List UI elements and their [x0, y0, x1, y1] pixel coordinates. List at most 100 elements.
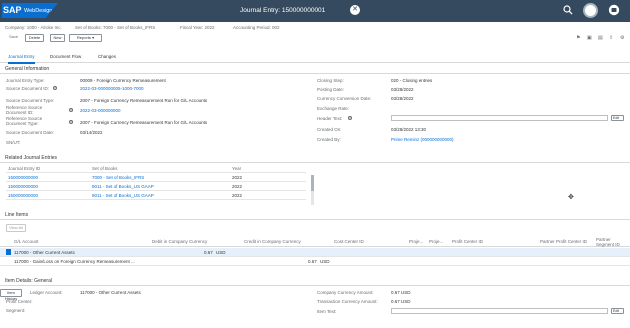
year-cell: 2022	[232, 193, 243, 198]
header-text-label: Header Text:	[317, 116, 343, 121]
table-row[interactable]: 117000 - Gain/Loss on Foreign Currency R…	[0, 257, 630, 266]
table-row[interactable]: 117000 - Other Current Assets 0.67 USD	[0, 248, 630, 257]
company-currency-amount-value: 0.67 USD	[391, 290, 411, 295]
closing-step-value: 020 - Closing entries	[391, 78, 433, 83]
source-doc-type-value: 2007 - Foreign Currency Remeasurement Ru…	[80, 98, 208, 103]
item-text-edit-button[interactable]: Edit	[611, 308, 624, 314]
currency-conversion-date-value: 03/28/2022	[391, 96, 414, 101]
help-icon[interactable]: ?	[348, 116, 352, 120]
row-selector[interactable]	[6, 249, 11, 255]
chevron-down-icon: ▾	[92, 35, 95, 40]
close-icon[interactable]: ✕	[350, 5, 360, 15]
share-icon[interactable]: ⇪	[609, 35, 613, 41]
settings-icon[interactable]: ⚙	[620, 35, 624, 41]
section-item-details-title: Item Details: General	[5, 278, 52, 284]
column-header: Proje...	[429, 239, 444, 244]
journal-entry-link[interactable]: 150000000000	[8, 175, 38, 180]
journal-entry-link[interactable]: 150000000000	[8, 184, 38, 189]
posting-date-value: 03/28/2022	[391, 87, 414, 92]
flag-icon[interactable]: ⚑	[576, 35, 580, 41]
created-by-link[interactable]: Prime Reminz (000000000000)	[391, 137, 454, 142]
item-text-input[interactable]	[391, 308, 608, 314]
divider	[0, 162, 630, 163]
created-by-label: Created By:	[317, 137, 341, 142]
column-header: Year	[232, 166, 242, 171]
created-on-value: 03/28/2022 13:30	[391, 127, 427, 132]
set-of-books-link[interactable]: 9011 - Set of Books_US GAAP	[92, 184, 154, 189]
snut-label: SN/UT:	[6, 140, 21, 145]
set-of-books-link[interactable]: 7000 - Set of Books_IFRS	[92, 175, 144, 180]
created-on-label: Created On:	[317, 127, 342, 132]
item-history-button[interactable]: Item History	[0, 289, 22, 301]
column-header: Credit in Company Currency	[244, 239, 301, 244]
ledger-account-label: Ledger Account:	[30, 290, 63, 295]
help-icon[interactable]: ?	[69, 120, 73, 124]
transaction-currency-amount-value: 0.67 USD	[391, 299, 411, 304]
page-title: Journal Entry: 150000000001	[240, 7, 326, 14]
column-header: Partner Segment ID	[596, 237, 620, 247]
year-cell: 2022	[232, 175, 243, 180]
credit-value: 0.67	[308, 259, 317, 264]
avatar[interactable]	[583, 3, 598, 18]
company-currency-amount-label: Company Currency Amount:	[317, 290, 374, 295]
section-general-title: General Information	[5, 66, 50, 72]
year-cell: 2022	[232, 184, 243, 189]
source-doc-id-link[interactable]: 2022-03-000000005-1000-7000	[80, 86, 144, 91]
closing-step-label: Closing Step:	[317, 78, 344, 83]
item-text-label: Item Text:	[317, 309, 337, 314]
section-related-title: Related Journal Entries	[5, 155, 57, 161]
ref-source-doc-type-value: 2007 - Foreign Currency Remeasurement Ru…	[80, 120, 208, 125]
view-all-button[interactable]: View All	[6, 224, 26, 232]
column-header: Profit Center ID	[452, 239, 484, 244]
source-doc-date-label: Source Document Date:	[6, 130, 55, 135]
divider	[0, 73, 630, 74]
section-line-items-title: Line Items	[5, 212, 29, 218]
search-icon[interactable]	[563, 5, 573, 15]
print-icon[interactable]: ▣	[587, 35, 592, 41]
new-button[interactable]: New	[50, 34, 65, 42]
tab-document-flow[interactable]: Document Flow	[50, 54, 81, 59]
column-header: Debit in Company Currency	[152, 239, 208, 244]
set-of-books-label: Set of Books: 7000 - Set of Books_IFRS	[75, 25, 156, 30]
tab-bar: Journal Entry Document Flow Changes	[0, 52, 630, 64]
ledger-account-value: 117000 - Other Current Assets	[80, 290, 141, 295]
debit-value: 0.67	[204, 250, 213, 255]
set-of-books-link[interactable]: 9011 - Set of Books_US GAAP	[92, 193, 154, 198]
column-header: Partner Profit Center ID	[540, 239, 588, 244]
company-label: Company: 1000 - Alroke Inc.	[5, 25, 62, 30]
help-icon[interactable]: ?	[53, 86, 57, 90]
scrollbar[interactable]	[311, 175, 314, 205]
ref-source-doc-type-label: Reference Source Document Type:	[6, 116, 43, 126]
table-row[interactable]: 150000000000 9011 - Set of Books_US GAAP…	[6, 183, 306, 191]
reports-button[interactable]: Reports ▾	[69, 34, 102, 42]
save-button[interactable]: Save	[5, 34, 22, 42]
debit-currency: USD	[216, 250, 226, 255]
delete-button[interactable]: Delete	[25, 34, 44, 42]
mouse-cursor-icon: ✥	[568, 194, 574, 201]
sap-logo[interactable]: SAP WebDesign	[2, 3, 58, 18]
profit-center-label: Profit Center:	[6, 299, 33, 304]
column-header: Cost Center ID	[334, 239, 364, 244]
tab-changes[interactable]: Changes	[98, 54, 116, 59]
credit-currency: USD	[320, 259, 330, 264]
column-header: Set of Books	[92, 166, 118, 171]
link-icon[interactable]: ▤	[598, 35, 603, 41]
table-row[interactable]: 150000000000 7000 - Set of Books_IFRS 20…	[6, 174, 306, 182]
journal-entry-link[interactable]: 150000000000	[8, 193, 38, 198]
column-header: Journal Entry ID	[8, 166, 41, 171]
ref-source-doc-id-link[interactable]: 2022-03-000000000	[80, 108, 121, 113]
line-items-header: G/L Account Debit in Company Currency Cr…	[0, 237, 630, 247]
source-doc-id-label: Source Document ID:	[6, 86, 50, 91]
table-header: Journal Entry ID Set of Books Year	[6, 165, 306, 173]
fiscal-year-label: Fiscal Year: 2022	[180, 25, 215, 30]
transaction-currency-amount-label: Transaction Currency Amount:	[317, 299, 378, 304]
divider	[0, 219, 630, 220]
help-icon[interactable]	[608, 4, 620, 16]
header-text-edit-button[interactable]: Edit	[611, 115, 624, 121]
tab-journal-entry[interactable]: Journal Entry	[8, 54, 35, 64]
column-header: Proje...	[409, 239, 424, 244]
header-text-input[interactable]	[391, 115, 608, 121]
ref-source-doc-id-label: Reference Source Document ID:	[6, 105, 43, 115]
table-row[interactable]: 150000000000 9011 - Set of Books_US GAAP…	[6, 192, 306, 200]
help-icon[interactable]: ?	[69, 108, 73, 112]
